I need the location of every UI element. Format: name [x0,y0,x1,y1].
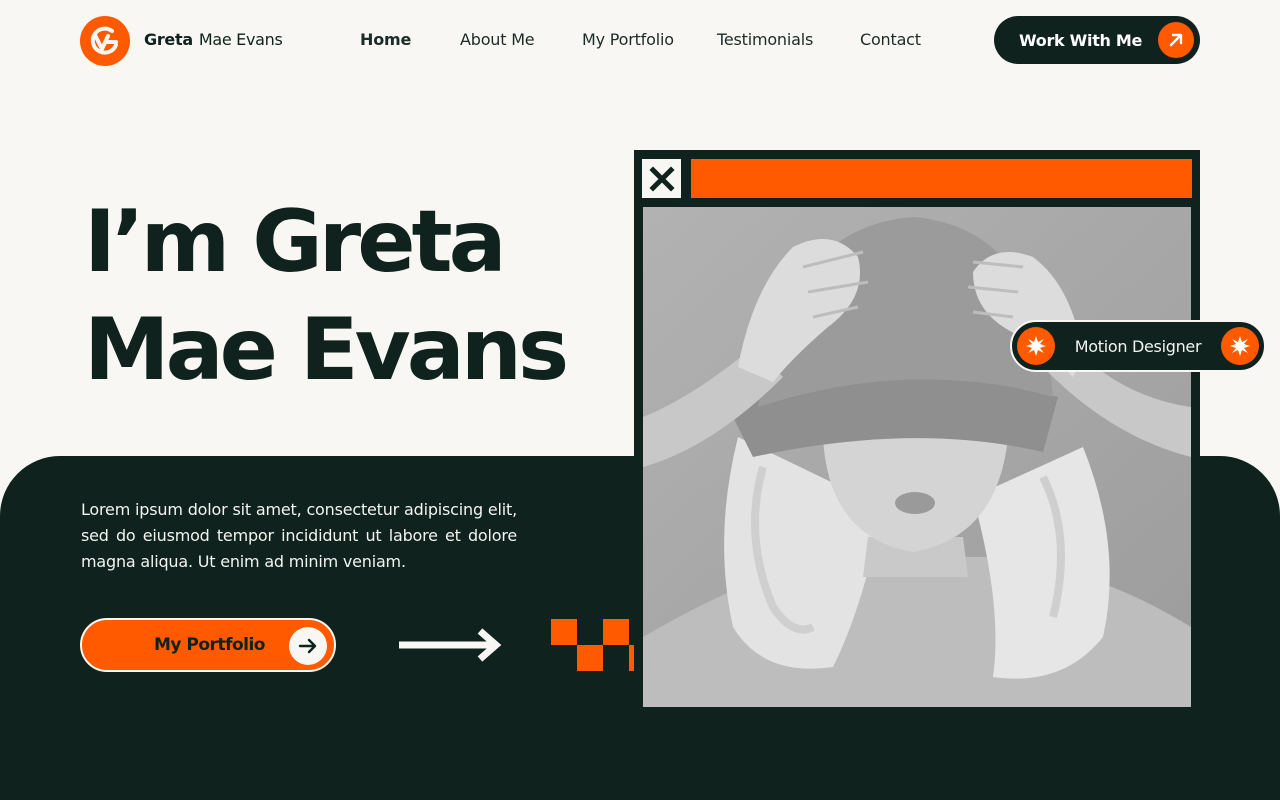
nav-home[interactable]: Home [360,30,411,49]
intro-text: Lorem ipsum dolor sit amet, consectetur … [81,500,517,571]
portrait-photo [643,207,1191,707]
my-portfolio-label: My Portfolio [154,635,265,655]
hero-title: I’m Greta Mae Evans [84,188,569,404]
hero-title-line-2: Mae Evans [84,300,569,400]
nav-contact[interactable]: Contact [860,30,921,49]
long-arrow-icon [399,628,502,662]
nav-testimonials[interactable]: Testimonials [717,30,813,49]
arrow-up-right-icon [1158,22,1194,58]
my-portfolio-button[interactable]: My Portfolio [80,618,336,672]
motion-designer-badge: Motion Designer [1010,320,1266,372]
nav-about-me[interactable]: About Me [460,30,535,49]
close-icon[interactable] [642,159,681,198]
nav-my-portfolio[interactable]: My Portfolio [582,30,674,49]
work-with-me-button[interactable]: Work With Me [994,16,1200,64]
starburst-icon [1017,327,1055,365]
starburst-icon [1221,327,1259,365]
arrow-right-icon [289,627,327,665]
photo-window [634,150,1200,716]
hero-title-line-1: I’m Greta [84,192,507,292]
window-title-bar [691,159,1192,198]
work-with-me-label: Work With Me [1019,30,1143,50]
badge-label: Motion Designer [1074,336,1202,356]
